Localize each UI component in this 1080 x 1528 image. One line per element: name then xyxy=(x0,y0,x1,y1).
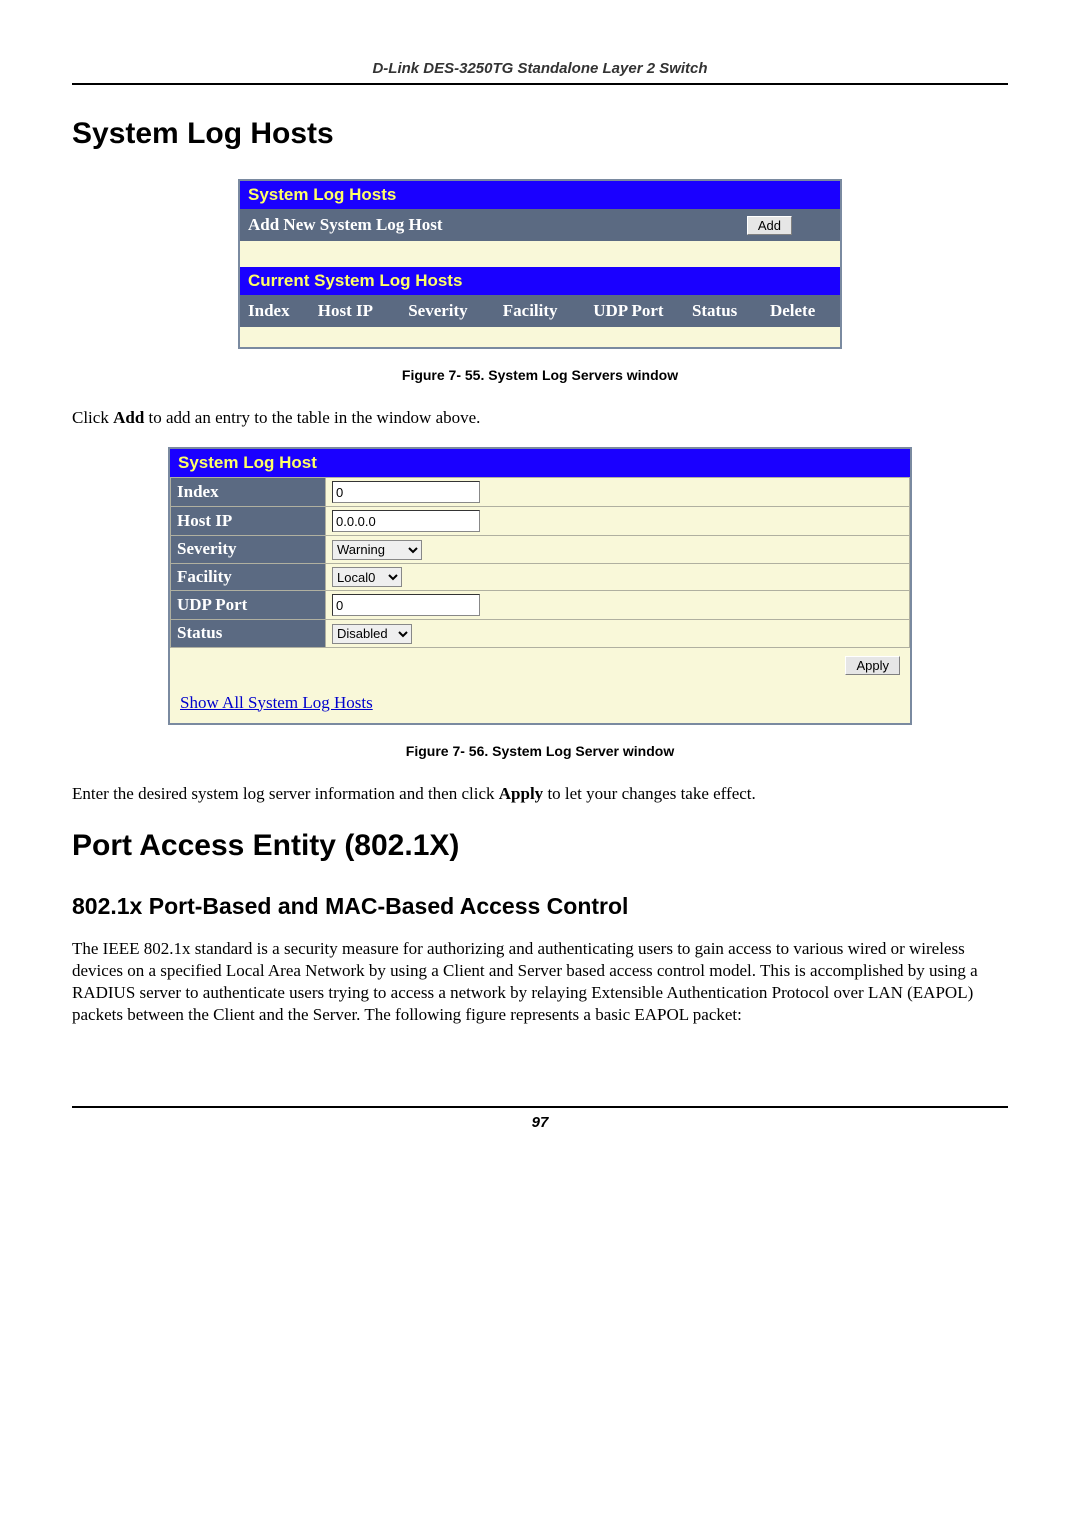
panel-title-system-log-hosts: System Log Hosts xyxy=(240,181,840,209)
cell-hostip xyxy=(326,507,910,536)
screenshot-system-log-hosts: System Log Hosts Add New System Log Host… xyxy=(238,179,842,349)
label-udpport: UDP Port xyxy=(171,591,326,620)
text: to add an entry to the table in the wind… xyxy=(144,408,480,427)
severity-select[interactable]: Warning xyxy=(332,540,422,560)
label-severity: Severity xyxy=(171,536,326,564)
subsection-title-8021x: 802.1x Port-Based and MAC-Based Access C… xyxy=(72,893,1008,920)
section-title-port-access-entity: Port Access Entity (802.1X) xyxy=(72,829,1008,863)
add-new-label: Add New System Log Host xyxy=(248,215,443,235)
text: Enter the desired system log server info… xyxy=(72,784,499,803)
col-header-delete: Delete xyxy=(762,299,840,323)
col-header-severity: Severity xyxy=(400,299,495,323)
label-facility: Facility xyxy=(171,563,326,591)
paragraph-enter-apply: Enter the desired system log server info… xyxy=(72,783,1008,805)
row-index: Index xyxy=(171,478,910,507)
row-udpport: UDP Port xyxy=(171,591,910,620)
form-table: Index Host IP Severity Warning xyxy=(170,477,910,648)
bold-apply: Apply xyxy=(499,784,543,803)
figure-caption-56: Figure 7- 56. System Log Server window xyxy=(72,743,1008,759)
section-title-system-log-hosts: System Log Hosts xyxy=(72,117,1008,151)
paragraph-click-add: Click Add to add an entry to the table i… xyxy=(72,407,1008,429)
index-input[interactable] xyxy=(332,481,480,503)
col-header-status: Status xyxy=(684,299,762,323)
paragraph-8021x-intro: The IEEE 802.1x standard is a security m… xyxy=(72,938,1008,1026)
decorative-gap xyxy=(240,327,840,347)
table-header-row: Index Host IP Severity Facility UDP Port… xyxy=(240,295,840,327)
cell-status: Disabled xyxy=(326,620,910,648)
page-container: D-Link DES-3250TG Standalone Layer 2 Swi… xyxy=(0,0,1080,1171)
row-severity: Severity Warning xyxy=(171,536,910,564)
cell-facility: Local0 xyxy=(326,563,910,591)
cell-udpport xyxy=(326,591,910,620)
status-select[interactable]: Disabled xyxy=(332,624,412,644)
label-hostip: Host IP xyxy=(171,507,326,536)
text: Click xyxy=(72,408,113,427)
running-head: D-Link DES-3250TG Standalone Layer 2 Swi… xyxy=(72,60,1008,85)
hostip-input[interactable] xyxy=(332,510,480,532)
label-status: Status xyxy=(171,620,326,648)
add-button[interactable]: Add xyxy=(747,216,792,235)
panel-title-current-hosts: Current System Log Hosts xyxy=(240,267,840,295)
col-header-facility: Facility xyxy=(495,299,585,323)
text: to let your changes take effect. xyxy=(543,784,756,803)
bold-add: Add xyxy=(113,408,144,427)
udpport-input[interactable] xyxy=(332,594,480,616)
row-facility: Facility Local0 xyxy=(171,563,910,591)
apply-button[interactable]: Apply xyxy=(845,656,900,675)
row-hostip: Host IP xyxy=(171,507,910,536)
row-status: Status Disabled xyxy=(171,620,910,648)
panel-title-system-log-host: System Log Host xyxy=(170,449,910,477)
col-header-hostip: Host IP xyxy=(310,299,400,323)
figure-caption-55: Figure 7- 55. System Log Servers window xyxy=(72,367,1008,383)
cell-severity: Warning xyxy=(326,536,910,564)
apply-row: Apply xyxy=(170,648,910,683)
decorative-gap xyxy=(240,241,840,267)
link-row: Show All System Log Hosts xyxy=(170,683,910,723)
facility-select[interactable]: Local0 xyxy=(332,567,402,587)
show-all-link[interactable]: Show All System Log Hosts xyxy=(180,693,373,712)
page-number: 97 xyxy=(72,1106,1008,1131)
add-new-row: Add New System Log Host Add xyxy=(240,209,840,241)
col-header-udpport: UDP Port xyxy=(585,299,684,323)
label-index: Index xyxy=(171,478,326,507)
col-header-index: Index xyxy=(240,299,310,323)
screenshot-system-log-host-form: System Log Host Index Host IP Severity W… xyxy=(168,447,912,725)
cell-index xyxy=(326,478,910,507)
